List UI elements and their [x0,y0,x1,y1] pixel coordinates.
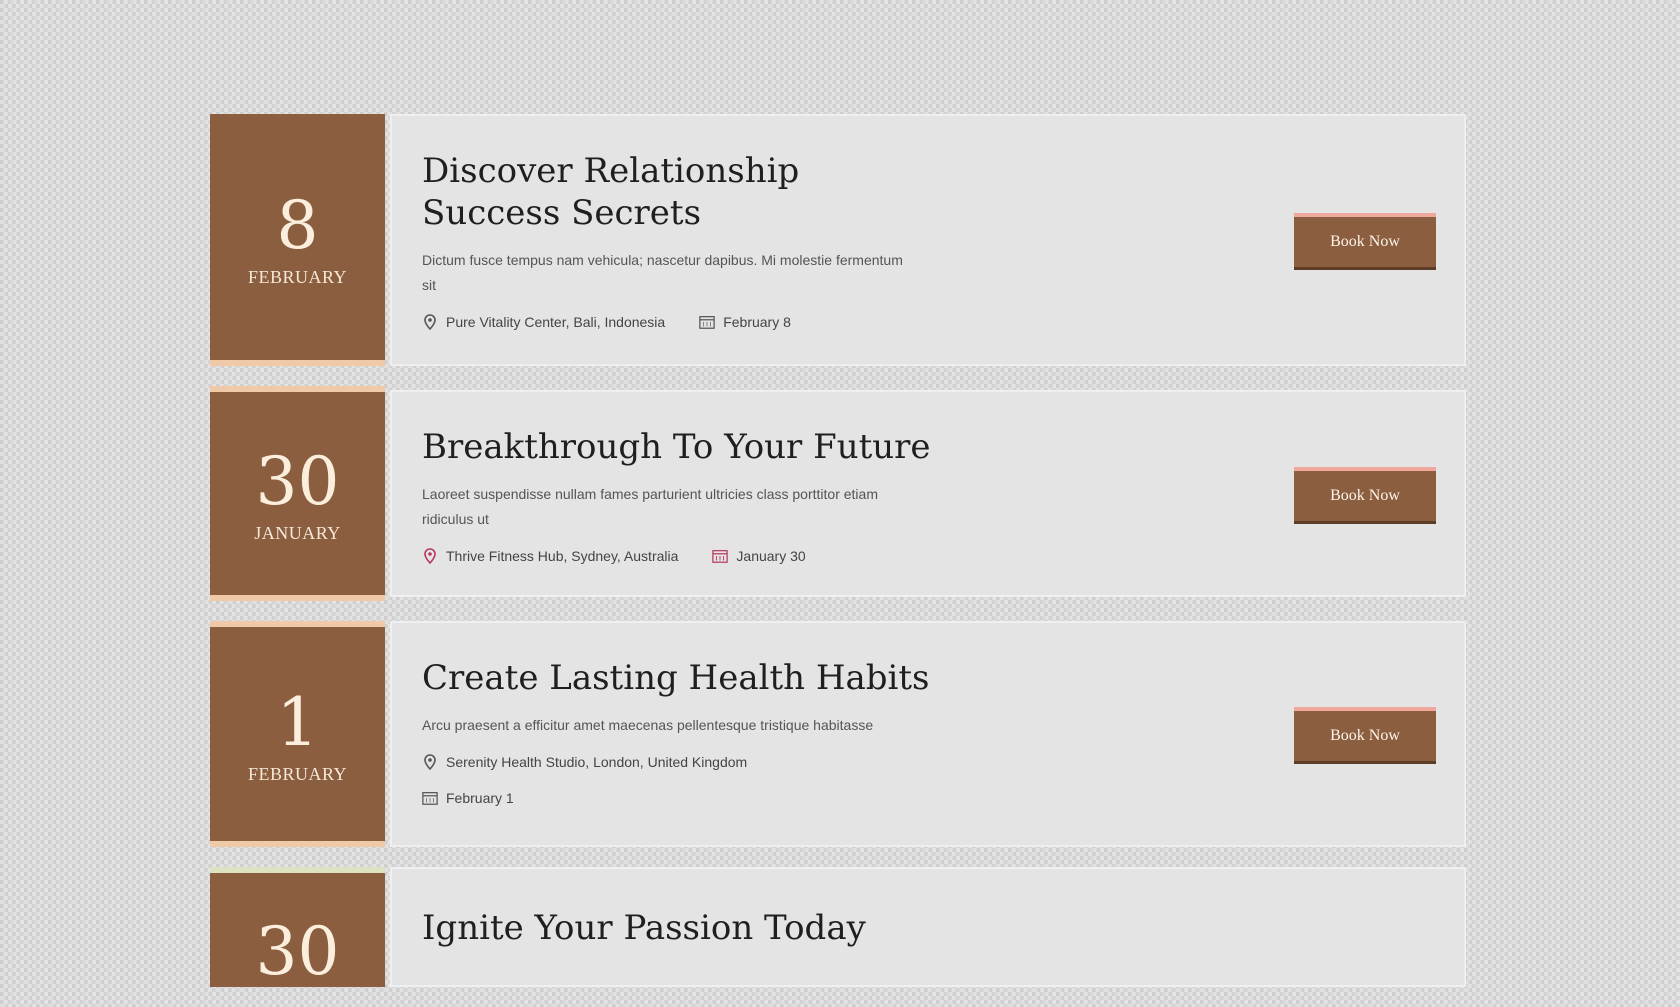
event-location: Thrive Fitness Hub, Sydney, Australia [422,542,678,570]
event-date: February 8 [699,308,791,336]
event-day: 8 [276,186,319,264]
event-card: Create Lasting Health Habits Arcu praese… [390,621,1466,847]
event-location-text: Serenity Health Studio, London, United K… [446,754,748,770]
event-location-text: Pure Vitality Center, Bali, Indonesia [446,314,666,330]
location-pin-icon [422,754,438,770]
location-pin-icon [422,548,438,564]
event-month: JANUARY [254,523,341,543]
event-date-box: 1 FEBRUARY [210,621,385,847]
event-location: Pure Vitality Center, Bali, Indonesia [422,308,665,336]
event-description: Laoreet suspendisse nullam fames parturi… [422,486,878,527]
event-card: Ignite Your Passion Today [390,867,1466,987]
event-item: 1 FEBRUARY Create Lasting Health Habits … [210,621,1466,847]
book-now-button[interactable]: Book Now [1294,213,1436,267]
event-card: Discover Relationship Success Secrets Di… [390,114,1466,366]
event-title[interactable]: Create Lasting Health Habits [422,657,942,699]
event-date-box: 30 JANUARY [210,386,385,601]
event-meta: Serenity Health Studio, London, United K… [422,748,942,812]
event-day: 30 [255,913,340,990]
calendar-icon [712,548,729,564]
calendar-icon [699,314,715,330]
event-date-text: February 1 [446,790,514,806]
event-title[interactable]: Ignite Your Passion Today [422,907,942,949]
event-meta: Pure Vitality Center, Bali, Indonesia Fe… [422,308,942,336]
event-month: FEBRUARY [247,266,348,287]
location-pin-icon [422,314,438,330]
event-card: Breakthrough To Your Future Laoreet susp… [390,390,1466,597]
event-description: Arcu praesent a efficitur amet maecenas … [422,717,874,733]
event-date-text: February 8 [723,314,791,330]
event-date: February 1 [422,784,514,812]
event-title[interactable]: Breakthrough To Your Future [422,426,942,468]
events-list: 8 FEBRUARY Discover Relationship Success… [210,114,1466,1007]
event-item: 8 FEBRUARY Discover Relationship Success… [210,114,1466,366]
event-date-box: 8 FEBRUARY [210,114,385,366]
event-day: 30 [255,443,340,520]
event-location-text: Thrive Fitness Hub, Sydney, Australia [446,548,679,564]
event-title[interactable]: Discover Relationship Success Secrets [422,150,902,234]
event-month: FEBRUARY [247,763,348,784]
event-day: 1 [276,683,319,761]
book-now-button[interactable]: Book Now [1294,466,1436,521]
event-item: 30 Ignite Your Passion Today [210,867,1466,987]
event-item: 30 JANUARY Breakthrough To Your Future L… [210,386,1466,601]
event-date-box: 30 [210,867,385,987]
event-meta: Thrive Fitness Hub, Sydney, Australia Ja… [422,542,942,570]
event-date-text: January 30 [736,548,806,564]
event-location: Serenity Health Studio, London, United K… [422,748,747,776]
event-description: Dictum fusce tempus nam vehicula; nascet… [422,252,903,293]
event-date: January 30 [712,542,806,570]
book-now-button[interactable]: Book Now [1294,707,1436,761]
calendar-icon [422,790,438,806]
